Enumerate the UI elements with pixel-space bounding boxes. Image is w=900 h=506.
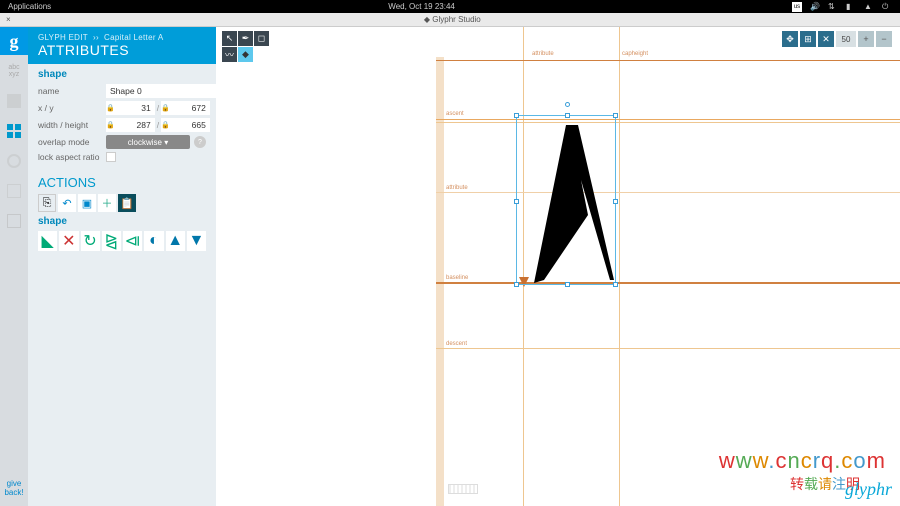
- layers-tab[interactable]: [0, 87, 28, 115]
- history-tab[interactable]: [0, 147, 28, 175]
- name-label: name: [38, 86, 106, 96]
- lock-w-icon[interactable]: 🔒: [106, 118, 115, 132]
- shape-name-input[interactable]: [106, 84, 225, 98]
- desktop-topbar: Applications Wed, Oct 19 23:44 us 🔊 ⇅ ▮ …: [0, 0, 900, 13]
- guides-tab[interactable]: [0, 177, 28, 205]
- network-icon[interactable]: ⇅: [828, 2, 838, 12]
- info-icon[interactable]: ?: [194, 136, 206, 148]
- lock-aspect-label: lock aspect ratio: [38, 152, 106, 162]
- battery-icon[interactable]: ▮: [846, 2, 856, 12]
- baseline-label: baseline: [446, 275, 468, 281]
- notification-icon[interactable]: ▲: [864, 2, 874, 12]
- save-tab[interactable]: [0, 207, 28, 235]
- glyphr-logo: glyphr: [845, 479, 892, 500]
- power-icon[interactable]: ⏻: [882, 2, 892, 12]
- applications-menu[interactable]: Applications: [8, 2, 51, 11]
- move-layer-down[interactable]: ▼: [187, 231, 206, 251]
- capheight-label: capheight: [622, 51, 648, 57]
- y-input[interactable]: [170, 101, 210, 115]
- input-method-indicator[interactable]: us: [792, 2, 802, 12]
- ascent-side-label: ascent: [446, 111, 464, 117]
- shape-section-title: shape: [38, 69, 206, 80]
- lock-x-icon[interactable]: 🔒: [106, 101, 115, 115]
- overlap-mode-dropdown[interactable]: clockwise ▾: [106, 135, 190, 149]
- width-input[interactable]: [115, 118, 155, 132]
- copy-action[interactable]: ⎘: [38, 194, 56, 212]
- tab-title: ◆ Glyphr Studio: [11, 15, 894, 24]
- attribute-side-label: attribute: [446, 185, 468, 191]
- breadcrumb[interactable]: GLYPH EDIT ›› Capital Letter A: [38, 33, 206, 42]
- undo-action[interactable]: ↶: [58, 194, 76, 212]
- glyph-edit-tab[interactable]: g: [0, 27, 28, 55]
- alphabet-tab[interactable]: abc xyz: [0, 57, 28, 85]
- volume-icon[interactable]: 🔊: [810, 2, 820, 12]
- rotate-handle[interactable]: [565, 102, 570, 107]
- watermark-text: www.cncrq.com: [719, 448, 886, 474]
- ascent-label: attribute: [532, 51, 554, 57]
- wh-label: width / height: [38, 120, 106, 130]
- lock-h-icon[interactable]: 🔒: [161, 118, 170, 132]
- rotate-shape[interactable]: ↻: [81, 231, 100, 251]
- height-input[interactable]: [170, 118, 210, 132]
- x-input[interactable]: [115, 101, 155, 115]
- glyph-canvas[interactable]: ↖ ✒ ◻ 〰 ◆ ✥ ⊞ ✕ 50 + − attribute: [216, 27, 900, 506]
- lock-y-icon[interactable]: 🔒: [161, 101, 170, 115]
- attributes-panel: GLYPH EDIT ›› Capital Letter A ATTRIBUTE…: [28, 27, 216, 506]
- duplicate-shape[interactable]: ◣: [38, 231, 57, 251]
- settings-tab[interactable]: [0, 117, 28, 145]
- glyph-shape-a[interactable]: [526, 125, 616, 285]
- paste-shape-action[interactable]: 📋: [118, 194, 136, 212]
- browser-tab-bar: × ◆ Glyphr Studio: [0, 13, 900, 27]
- flip-h-shape[interactable]: ⧎: [102, 231, 121, 251]
- scale-indicator: [448, 484, 478, 494]
- move-layer-up[interactable]: ▲: [166, 231, 185, 251]
- add-action[interactable]: ＋: [98, 194, 116, 212]
- actions-title: ACTIONS: [38, 175, 206, 190]
- reverse-winding[interactable]: ◐: [144, 231, 163, 251]
- clock[interactable]: Wed, Oct 19 23:44: [51, 2, 792, 11]
- paste-action[interactable]: ▣: [78, 194, 96, 212]
- overlap-label: overlap mode: [38, 137, 106, 147]
- shape-actions-label: shape: [38, 216, 206, 227]
- panel-title: ATTRIBUTES: [38, 42, 206, 58]
- xy-label: x / y: [38, 103, 106, 113]
- descent-label: descent: [446, 341, 467, 347]
- left-icon-rail: g abc xyz give back!: [0, 27, 28, 506]
- delete-shape[interactable]: ✕: [59, 231, 78, 251]
- give-back-link[interactable]: give back!: [4, 480, 23, 498]
- lock-aspect-checkbox[interactable]: [106, 152, 116, 162]
- flip-v-shape[interactable]: ⧏: [123, 231, 142, 251]
